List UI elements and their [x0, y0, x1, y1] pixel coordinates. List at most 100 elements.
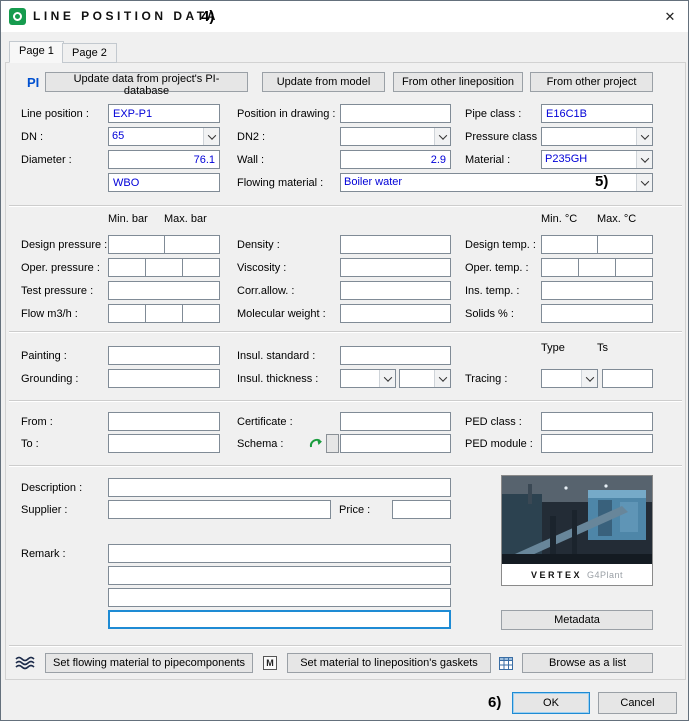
- painting-label: Painting :: [21, 350, 67, 362]
- design-temp-group: [541, 235, 653, 254]
- line-position-input[interactable]: [108, 104, 220, 123]
- description-label: Description :: [21, 482, 82, 494]
- description-input[interactable]: [108, 478, 451, 497]
- min-c-header: Min. °C: [541, 213, 577, 225]
- dn2-label: DN2 :: [237, 131, 265, 143]
- oper-pressure-2-input[interactable]: [145, 258, 183, 277]
- chevron-down-icon: [636, 151, 652, 168]
- close-icon[interactable]: ✕: [652, 1, 688, 32]
- painting-input[interactable]: [108, 346, 220, 365]
- ins-temp-input[interactable]: [541, 281, 653, 300]
- flow-3-input[interactable]: [182, 304, 220, 323]
- material-select[interactable]: P235GH: [541, 150, 653, 169]
- app-logo-icon: [9, 8, 26, 25]
- schema-browse-button[interactable]: [326, 434, 339, 453]
- ped-class-input[interactable]: [541, 412, 653, 431]
- to-input[interactable]: [108, 434, 220, 453]
- separator: [9, 645, 682, 647]
- insul-thickness-select-2[interactable]: [399, 369, 451, 388]
- wave-icon: [15, 655, 37, 671]
- oper-temp-1-input[interactable]: [541, 258, 579, 277]
- insul-standard-label: Insul. standard :: [237, 350, 315, 362]
- dn-select[interactable]: 65: [108, 127, 220, 146]
- tracing-label: Tracing :: [465, 373, 507, 385]
- solids-input[interactable]: [541, 304, 653, 323]
- remark-input-4[interactable]: [108, 610, 451, 629]
- corr-allow-input[interactable]: [340, 281, 451, 300]
- pipe-class-label: Pipe class :: [465, 108, 521, 120]
- supplier-input[interactable]: [108, 500, 331, 519]
- pressure-class-label: Pressure class :: [465, 131, 543, 143]
- certificate-input[interactable]: [340, 412, 451, 431]
- design-pressure-max-input[interactable]: [164, 235, 221, 254]
- flow-2-input[interactable]: [145, 304, 183, 323]
- tab-page-2[interactable]: Page 2: [62, 43, 117, 63]
- density-label: Density :: [237, 239, 280, 251]
- chevron-down-icon: [581, 370, 597, 387]
- chevron-down-icon: [434, 128, 450, 145]
- ped-module-input[interactable]: [541, 434, 653, 453]
- set-material-gaskets-button[interactable]: Set material to lineposition's gaskets: [287, 653, 491, 673]
- tracing-ts-input[interactable]: [602, 369, 653, 388]
- schema-refresh-icon[interactable]: [308, 435, 324, 451]
- schema-label: Schema :: [237, 438, 283, 450]
- oper-pressure-3-input[interactable]: [182, 258, 220, 277]
- tracing-type-select[interactable]: [541, 369, 598, 388]
- design-pressure-min-input[interactable]: [108, 235, 165, 254]
- dn2-select[interactable]: [340, 127, 451, 146]
- density-input[interactable]: [340, 235, 451, 254]
- browse-as-list-button[interactable]: Browse as a list: [522, 653, 653, 673]
- from-input[interactable]: [108, 412, 220, 431]
- pressure-class-select[interactable]: [541, 127, 653, 146]
- oper-temp-2-input[interactable]: [578, 258, 616, 277]
- grounding-input[interactable]: [108, 369, 220, 388]
- cancel-button[interactable]: Cancel: [598, 692, 677, 714]
- remark-input-3[interactable]: [108, 588, 451, 607]
- chevron-down-icon: [203, 128, 219, 145]
- insul-thickness-label: Insul. thickness :: [237, 373, 318, 385]
- oper-temp-3-input[interactable]: [615, 258, 653, 277]
- supplier-label: Supplier :: [21, 504, 67, 516]
- line-position-label: Line position :: [21, 108, 89, 120]
- oper-pressure-group: [108, 258, 220, 277]
- certificate-label: Certificate :: [237, 416, 293, 428]
- remark-input-1[interactable]: [108, 544, 451, 563]
- metadata-button[interactable]: Metadata: [501, 610, 653, 630]
- molecular-weight-input[interactable]: [340, 304, 451, 323]
- remark-input-2[interactable]: [108, 566, 451, 585]
- material-label: Material :: [465, 154, 510, 166]
- oper-pressure-1-input[interactable]: [108, 258, 146, 277]
- separator: [9, 465, 682, 467]
- wall-input[interactable]: [340, 150, 451, 169]
- update-pi-database-button[interactable]: Update data from project's PI-database: [45, 72, 248, 92]
- tab-page-1[interactable]: Page 1: [9, 41, 64, 63]
- design-temp-min-input[interactable]: [541, 235, 598, 254]
- molecular-weight-label: Molecular weight :: [237, 308, 326, 320]
- viscosity-input[interactable]: [340, 258, 451, 277]
- insul-thickness-select-1[interactable]: [340, 369, 396, 388]
- from-other-lineposition-button[interactable]: From other lineposition: [393, 72, 523, 92]
- dn-value: 65: [109, 128, 203, 145]
- flow-1-input[interactable]: [108, 304, 146, 323]
- diameter-input[interactable]: [108, 150, 220, 169]
- grounding-label: Grounding :: [21, 373, 78, 385]
- code-input[interactable]: [108, 173, 220, 192]
- remark-label: Remark :: [21, 548, 66, 560]
- design-temp-max-input[interactable]: [597, 235, 654, 254]
- position-in-drawing-input[interactable]: [340, 104, 451, 123]
- material-value: P235GH: [542, 151, 636, 168]
- update-from-model-button[interactable]: Update from model: [262, 72, 385, 92]
- test-pressure-input[interactable]: [108, 281, 220, 300]
- set-flowing-material-button[interactable]: Set flowing material to pipecomponents: [45, 653, 253, 673]
- from-other-project-button[interactable]: From other project: [530, 72, 653, 92]
- solids-label: Solids % :: [465, 308, 514, 320]
- pi-label: PI: [27, 75, 39, 90]
- ok-button[interactable]: OK: [512, 692, 590, 714]
- schema-input[interactable]: [340, 434, 451, 453]
- pipe-class-input[interactable]: [541, 104, 653, 123]
- design-pressure-label: Design pressure :: [21, 239, 107, 251]
- to-label: To :: [21, 438, 39, 450]
- price-input[interactable]: [392, 500, 451, 519]
- insul-standard-input[interactable]: [340, 346, 451, 365]
- tracing-type-header: Type: [541, 342, 565, 354]
